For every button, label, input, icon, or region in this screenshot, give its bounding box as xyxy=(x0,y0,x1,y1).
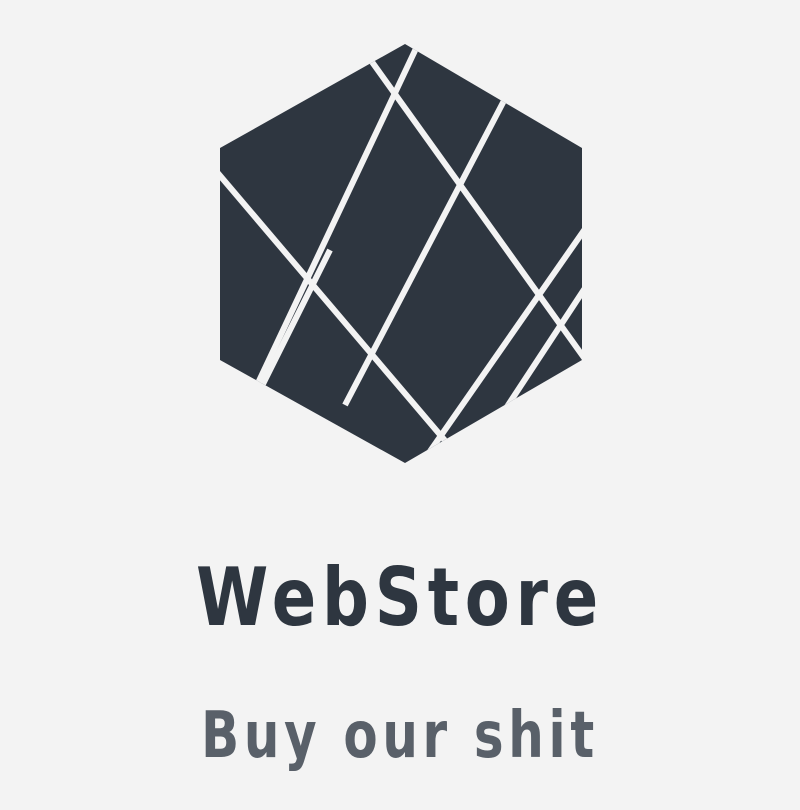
brand-tagline: Buy our shit xyxy=(201,699,599,773)
faceted-hexagon-icon xyxy=(220,44,582,463)
logo-canvas: WebStore Buy our shit xyxy=(0,0,800,810)
brand-name: WebStore xyxy=(196,551,604,644)
